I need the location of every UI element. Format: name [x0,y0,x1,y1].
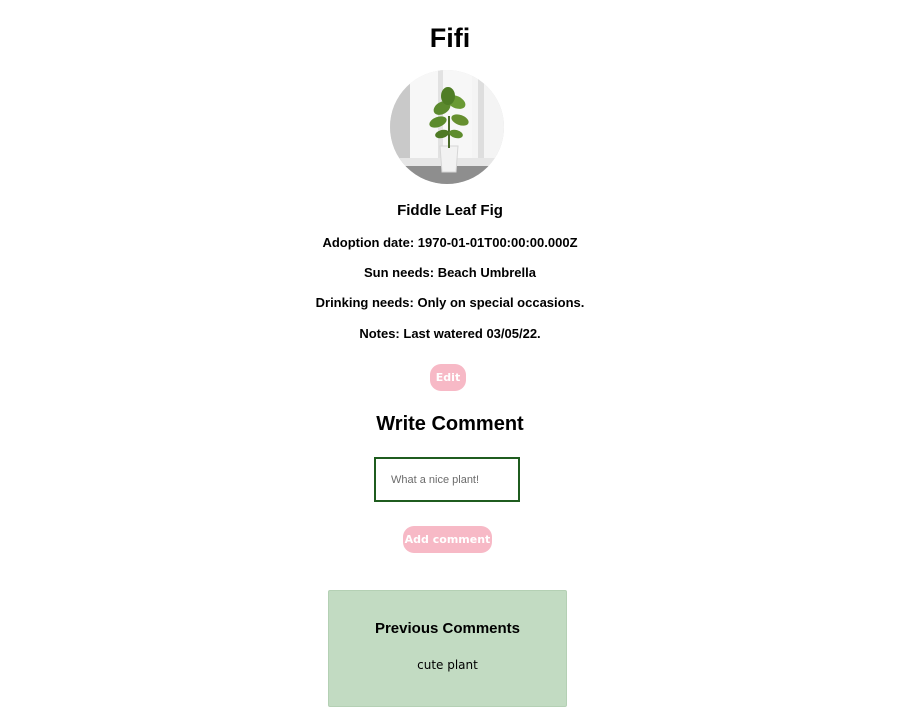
plant-detail-page: Fifi Fiddle Leaf Fig Adoption date: 1970… [0,0,900,720]
potted-plant-photo-icon [390,70,504,184]
comment-item: cute plant [417,658,478,672]
comment-input[interactable] [374,457,520,502]
adoption-date: Adoption date: 1970-01-01T00:00:00.000Z [322,235,578,250]
plant-notes: Notes: Last watered 03/05/22. [359,326,541,341]
plant-name-title: Fifi [429,23,471,53]
drinking-needs: Drinking needs: Only on special occasion… [315,295,585,310]
add-comment-button[interactable]: Add comment [403,526,492,553]
plant-species: Fiddle Leaf Fig [397,202,503,219]
sun-needs: Sun needs: Beach Umbrella [364,265,536,280]
previous-comments-heading: Previous Comments [374,620,521,637]
write-comment-heading: Write Comment [376,413,524,435]
plant-photo [390,70,504,184]
previous-comments-panel: Previous Comments cute plant [328,590,567,707]
edit-button[interactable]: Edit [430,364,466,391]
